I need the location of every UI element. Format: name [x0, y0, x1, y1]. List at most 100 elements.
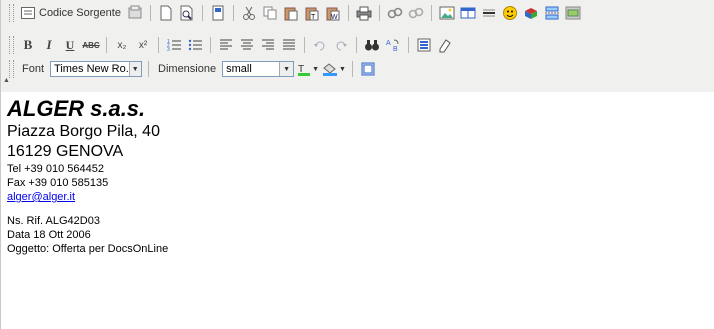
email-link[interactable]: alger@alger.it [7, 191, 75, 203]
select-all-button[interactable] [415, 36, 433, 54]
horizontal-rule-button[interactable] [480, 4, 498, 22]
italic-button[interactable]: I [40, 36, 58, 54]
superscript-button[interactable]: x² [134, 36, 152, 54]
paste-word-icon: W [326, 7, 340, 21]
cut-button[interactable] [240, 4, 258, 22]
align-left-icon [220, 39, 232, 50]
svg-text:B: B [393, 46, 398, 53]
numbered-list-icon: 123 [167, 39, 181, 53]
align-justify-button[interactable] [280, 36, 298, 54]
toolbar-grip[interactable] [9, 60, 14, 78]
copy-button[interactable] [261, 4, 279, 22]
svg-text:A: A [386, 40, 391, 47]
new-document-button[interactable] [157, 4, 175, 22]
bullet-list-icon [188, 39, 202, 51]
subscript-button[interactable]: x₂ [113, 36, 131, 54]
separator [351, 61, 353, 77]
paint-bucket-icon [323, 63, 338, 76]
bold-button[interactable]: B [19, 36, 37, 54]
table-button[interactable] [459, 4, 477, 22]
text-color-button[interactable]: T ▼ [297, 62, 319, 76]
eraser-icon [439, 39, 451, 53]
maximize-icon [361, 62, 375, 76]
svg-text:W: W [331, 14, 338, 21]
unlink-icon [408, 7, 424, 19]
company-name: ALGER s.a.s. [7, 96, 146, 121]
binoculars-icon [365, 40, 379, 51]
undo-button[interactable] [311, 36, 329, 54]
collapse-toolbar-icon[interactable]: ▲ [3, 77, 10, 84]
link-icon [387, 7, 403, 19]
svg-text:T: T [311, 14, 316, 21]
printer-icon [356, 6, 372, 21]
insert-form-button[interactable] [564, 4, 582, 22]
templates-button[interactable] [209, 4, 227, 22]
document-content[interactable]: ALGER s.a.s. Piazza Borgo Pila, 40 16129… [7, 96, 707, 256]
chevron-down-icon: ▼ [128, 62, 142, 76]
align-center-button[interactable] [238, 36, 256, 54]
source-code-button[interactable]: Codice Sorgente [19, 7, 123, 19]
text-color-icon: T [298, 64, 311, 76]
page-break-icon [544, 6, 559, 20]
editor-toolbar: Codice Sorgente T W B I U ABC x₂ x² 1 2 … [1, 0, 714, 92]
separator [210, 37, 211, 53]
image-button[interactable] [438, 4, 456, 22]
separator [149, 5, 151, 21]
background-color-button[interactable]: ▼ [322, 62, 346, 76]
preview-button[interactable] [178, 4, 196, 22]
align-center-icon [241, 39, 253, 50]
unlink-button[interactable] [407, 4, 425, 22]
align-justify-icon [283, 39, 295, 50]
paste-word-button[interactable]: W [324, 4, 342, 22]
chevron-down-icon: ▼ [279, 62, 294, 76]
size-select[interactable]: small ▼ [222, 61, 295, 77]
numbered-list-button[interactable]: 123 [165, 36, 183, 54]
bullet-list-button[interactable] [186, 36, 204, 54]
page-break-button[interactable] [543, 4, 561, 22]
replace-icon: AB [386, 39, 399, 53]
align-left-button[interactable] [217, 36, 235, 54]
size-label: Dimensione [158, 63, 217, 75]
date: Data 18 Ott 2006 [7, 229, 91, 241]
clipboard-icon [284, 7, 298, 21]
find-button[interactable] [363, 36, 381, 54]
font-select[interactable]: Times New Ro... ▼ [50, 61, 143, 77]
underline-button[interactable]: U [61, 36, 79, 54]
separator [148, 61, 150, 77]
print-button[interactable] [355, 4, 373, 22]
special-char-button[interactable] [522, 4, 540, 22]
paste-button[interactable] [282, 4, 300, 22]
remove-format-button[interactable] [436, 36, 454, 54]
horizontal-rule-icon [482, 9, 495, 17]
rich-text-editor: Codice Sorgente T W B I U ABC x₂ x² 1 2 … [0, 0, 714, 329]
undo-icon [314, 41, 325, 51]
size-select-value: small [226, 63, 252, 75]
smiley-button[interactable] [501, 4, 519, 22]
new-page-icon [160, 5, 172, 21]
align-right-icon [262, 39, 274, 50]
city-address: 16129 GENOVA [7, 143, 124, 160]
source-code-label: Codice Sorgente [39, 7, 121, 19]
telephone: Tel +39 010 564452 [7, 163, 104, 175]
fit-window-button[interactable] [359, 60, 377, 78]
redo-button[interactable] [332, 36, 350, 54]
separator [106, 37, 107, 53]
toolbar-grip[interactable] [9, 4, 14, 22]
align-right-button[interactable] [259, 36, 277, 54]
separator [408, 37, 409, 53]
fax: Fax +39 010 585135 [7, 177, 109, 189]
separator [430, 5, 432, 21]
link-button[interactable] [386, 4, 404, 22]
paste-text-button[interactable]: T [303, 4, 321, 22]
form-icon [565, 6, 581, 20]
strikethrough-button[interactable]: ABC [82, 36, 100, 54]
separator [201, 5, 203, 21]
save-template-button[interactable] [126, 4, 144, 22]
redo-icon [336, 41, 347, 51]
document-icon [212, 5, 224, 21]
replace-button[interactable]: AB [384, 36, 402, 54]
font-label: Font [22, 63, 45, 75]
font-select-value: Times New Ro... [54, 63, 129, 75]
separator [356, 37, 357, 53]
toolbar-grip[interactable] [9, 36, 14, 54]
